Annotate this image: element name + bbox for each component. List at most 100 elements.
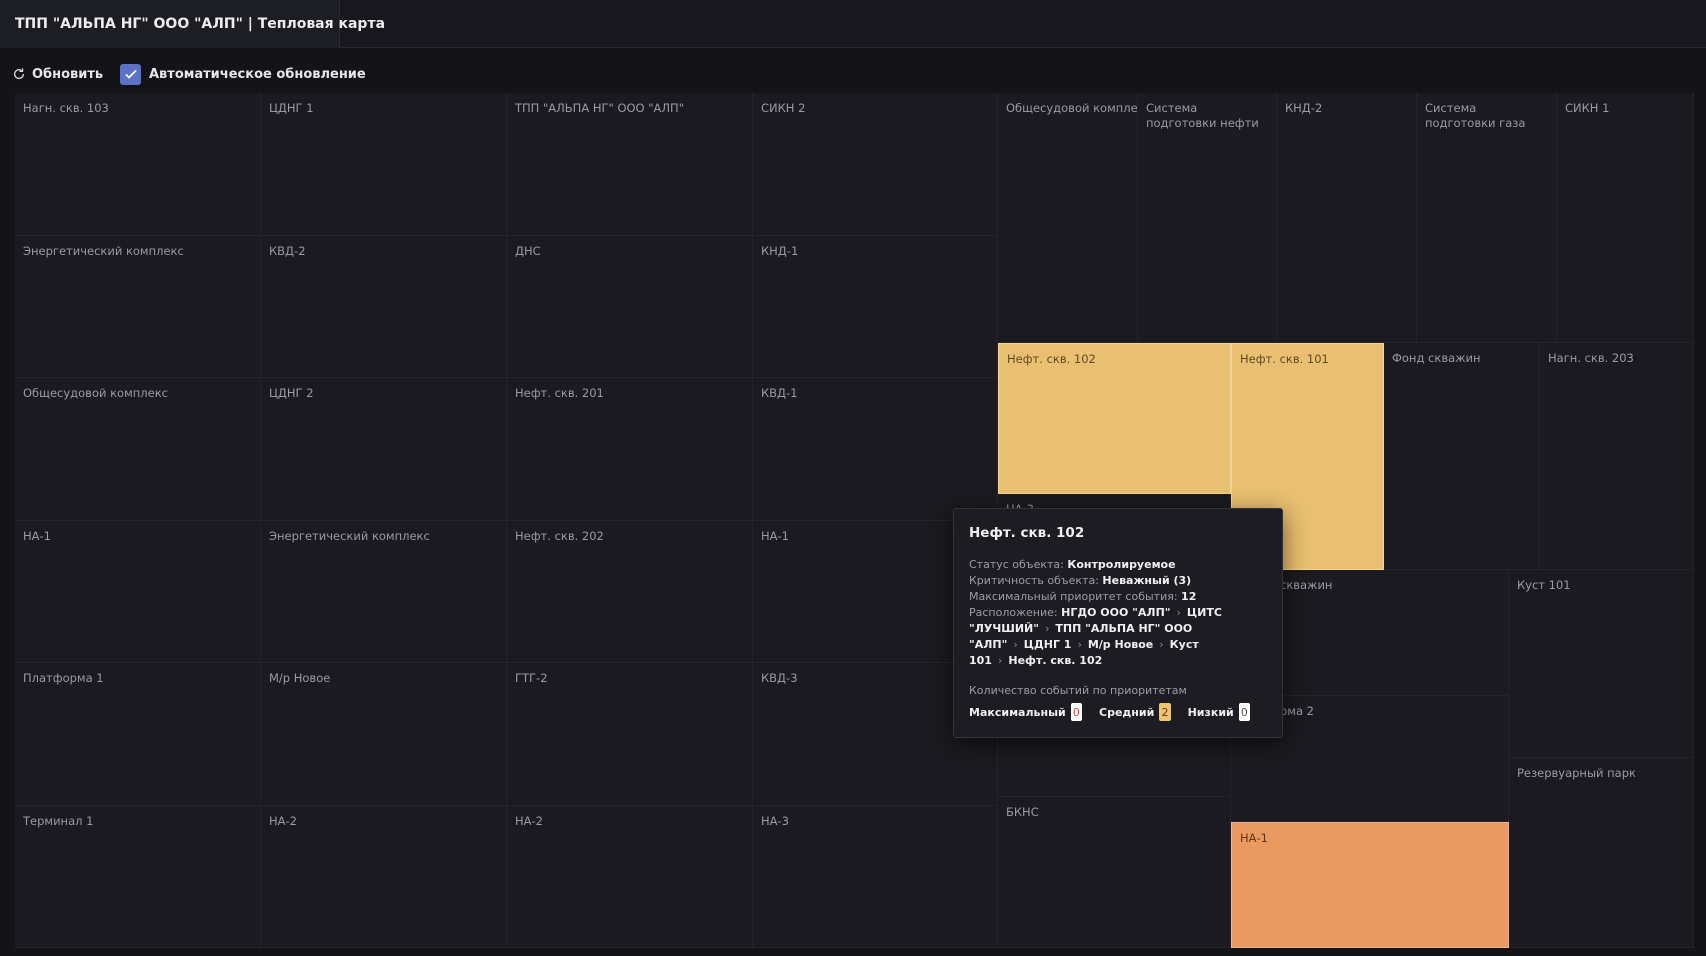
auto-update-toggle[interactable]: Автоматическое обновление <box>120 60 366 88</box>
cell-label: СИКН 2 <box>761 101 806 115</box>
criticality-value: Неважный (3) <box>1102 574 1192 587</box>
mid-count-badge: 2 <box>1159 703 1171 721</box>
heatmap-cell[interactable]: Энергетический комплекс <box>261 521 507 663</box>
cell-label: Нагн. скв. 203 <box>1548 351 1634 365</box>
heatmap-cell[interactable]: КВД-2 <box>261 236 507 378</box>
cell-label: Общесудовой комплекс <box>23 386 168 400</box>
mid-count-label: Средний <box>1099 705 1155 719</box>
cell-label: КВД-1 <box>761 386 798 400</box>
heatmap-cell[interactable]: ТПП "АЛЬПА НГ" ООО "АЛП" <box>507 93 753 236</box>
heatmap-cell-highlighted[interactable]: НА-1 <box>1231 822 1509 948</box>
heatmap-cell[interactable]: НА-2 <box>261 806 507 948</box>
cell-label: Энергетический комплекс <box>23 244 184 258</box>
location-label: Расположение: <box>969 606 1058 619</box>
cell-label: ТПП "АЛЬПА НГ" ООО "АЛП" <box>515 101 684 115</box>
cell-label: ДНС <box>515 244 541 258</box>
heatmap-cell[interactable]: Система подготовки нефти <box>1138 93 1277 343</box>
cell-label: Фонд скважин <box>1392 351 1481 365</box>
cell-label: КНД-2 <box>1285 101 1323 115</box>
chevron-right-icon: › <box>1013 638 1018 651</box>
cell-label: Нефт. скв. 201 <box>515 386 604 400</box>
cell-label: КВД-2 <box>269 244 306 258</box>
cell-label: М/р Новое <box>269 671 331 685</box>
refresh-button[interactable]: Обновить <box>12 60 103 88</box>
heatmap-cell[interactable]: Нагн. скв. 103 <box>15 93 261 236</box>
heatmap-cell[interactable]: НА-2 <box>507 806 753 948</box>
tooltip-location-path: Расположение: НГДО ООО "АЛП" › ЦИТС "ЛУЧШИ… <box>969 605 1267 669</box>
cell-label: скважин <box>1280 578 1333 592</box>
cell-label: Система подготовки нефти <box>1146 101 1259 130</box>
low-count-badge: 0 <box>1238 703 1250 721</box>
cell-label: НА-1 <box>1240 831 1268 845</box>
cell-label: НА-1 <box>23 529 51 543</box>
heatmap-cell[interactable]: Нагн. скв. 203 <box>1540 343 1694 570</box>
tooltip-criticality-row: Критичность объекта: Неважный (3) <box>969 573 1267 589</box>
checkmark-icon <box>124 69 137 79</box>
status-value: Контролируемое <box>1067 558 1176 571</box>
heatmap-cell[interactable]: Общесудовой комплекс <box>998 93 1138 343</box>
heatmap-cell[interactable]: КВД-1 <box>753 378 998 521</box>
cell-label: НА-2 <box>269 814 297 828</box>
tooltip-title: Нефт. скв. 102 <box>969 525 1085 541</box>
heatmap-cell[interactable]: ГТГ-2 <box>507 663 753 806</box>
heatmap-cell[interactable]: Нефт. скв. 201 <box>507 378 753 521</box>
heatmap-cell[interactable]: Система подготовки газа <box>1417 93 1557 343</box>
object-tooltip: Нефт. скв. 102 Статус объекта: Контролир… <box>953 508 1283 738</box>
cell-label: ГТГ-2 <box>515 671 548 685</box>
heatmap-cell[interactable]: КНД-2 <box>1277 93 1417 343</box>
heatmap-cell-highlighted[interactable]: Нефт. скв. 102 <box>998 343 1231 494</box>
chevron-right-icon: › <box>1077 638 1082 651</box>
heatmap-cell[interactable]: Резервуарный парк <box>1509 758 1694 948</box>
heatmap-cell[interactable]: БКНС <box>998 797 1231 948</box>
heatmap-cell[interactable]: СИКН 2 <box>753 93 998 236</box>
heatmap-cell[interactable]: М/р Новое <box>261 663 507 806</box>
cell-label: НА-3 <box>761 814 789 828</box>
heatmap-cell[interactable]: НА-1 <box>15 521 261 663</box>
heatmap-cell[interactable]: КНД-1 <box>753 236 998 378</box>
cell-label: Нефт. скв. 101 <box>1240 352 1329 366</box>
heatmap-cell[interactable]: Платформа 1 <box>15 663 261 806</box>
tab-bar: ТПП "АЛЬПА НГ" ООО "АЛП" | Тепловая карт… <box>0 0 1706 48</box>
cell-label: СИКН 1 <box>1565 101 1610 115</box>
cell-label: Нагн. скв. 103 <box>23 101 109 115</box>
location-crumb: М/р Новое <box>1087 638 1154 651</box>
heatmap-cell[interactable]: Общесудовой комплекс <box>15 378 261 521</box>
heatmap-cell[interactable]: Куст 101 <box>1509 570 1694 758</box>
priority-counts: Максимальный 0 Средний 2 Низкий 0 <box>969 703 1267 721</box>
heatmap-cell[interactable]: Нефт. скв. 202 <box>507 521 753 663</box>
tooltip-max-priority-row: Максимальный приоритет события: 12 <box>969 589 1267 605</box>
location-crumb: НГДО ООО "АЛП" <box>1061 606 1171 619</box>
heatmap-cell[interactable]: НА-3 <box>753 806 998 948</box>
auto-update-checkbox[interactable] <box>120 63 141 85</box>
heatmap-cell[interactable]: Терминал 1 <box>15 806 261 948</box>
heatmap-cell[interactable]: Фонд скважин <box>1384 343 1540 570</box>
tab-heatmap[interactable]: ТПП "АЛЬПА НГ" ООО "АЛП" | Тепловая карт… <box>0 0 385 48</box>
location-crumb: ЦДНГ 1 <box>1023 638 1072 651</box>
location-crumb: Нефт. скв. 102 <box>1008 654 1103 667</box>
cell-label: Резервуарный парк <box>1517 766 1636 780</box>
heatmap-cell[interactable]: ДНС <box>507 236 753 378</box>
cell-label: Энергетический комплекс <box>269 529 430 543</box>
cell-label: КНД-1 <box>761 244 799 258</box>
cell-label: Нефт. скв. 102 <box>1007 352 1096 366</box>
chevron-right-icon: › <box>997 654 1003 667</box>
chevron-right-icon: › <box>1176 606 1181 619</box>
tab-title: ТПП "АЛЬПА НГ" ООО "АЛП" | Тепловая карт… <box>15 16 386 32</box>
priority-counts-title: Количество событий по приоритетам <box>969 684 1187 697</box>
criticality-label: Критичность объекта: <box>969 574 1099 587</box>
refresh-label: Обновить <box>32 66 104 82</box>
heatmap-cell[interactable]: СИКН 1 <box>1557 93 1694 343</box>
cell-label: Платформа 1 <box>23 671 104 685</box>
chevron-right-icon: › <box>1159 638 1164 651</box>
heatmap-cell[interactable]: Энергетический комплекс <box>15 236 261 378</box>
max-priority-value: 12 <box>1181 590 1197 603</box>
cell-label: Нефт. скв. 202 <box>515 529 604 543</box>
heatmap-cell[interactable]: ЦДНГ 2 <box>261 378 507 521</box>
cell-label: НА-2 <box>515 814 543 828</box>
cell-label: Терминал 1 <box>23 814 94 828</box>
chevron-right-icon: › <box>1044 622 1050 635</box>
cell-label: ЦДНГ 1 <box>269 101 314 115</box>
heatmap-cell[interactable]: ЦДНГ 1 <box>261 93 507 236</box>
max-count-badge: 0 <box>1070 703 1082 721</box>
max-priority-label: Максимальный приоритет события: <box>969 590 1178 603</box>
